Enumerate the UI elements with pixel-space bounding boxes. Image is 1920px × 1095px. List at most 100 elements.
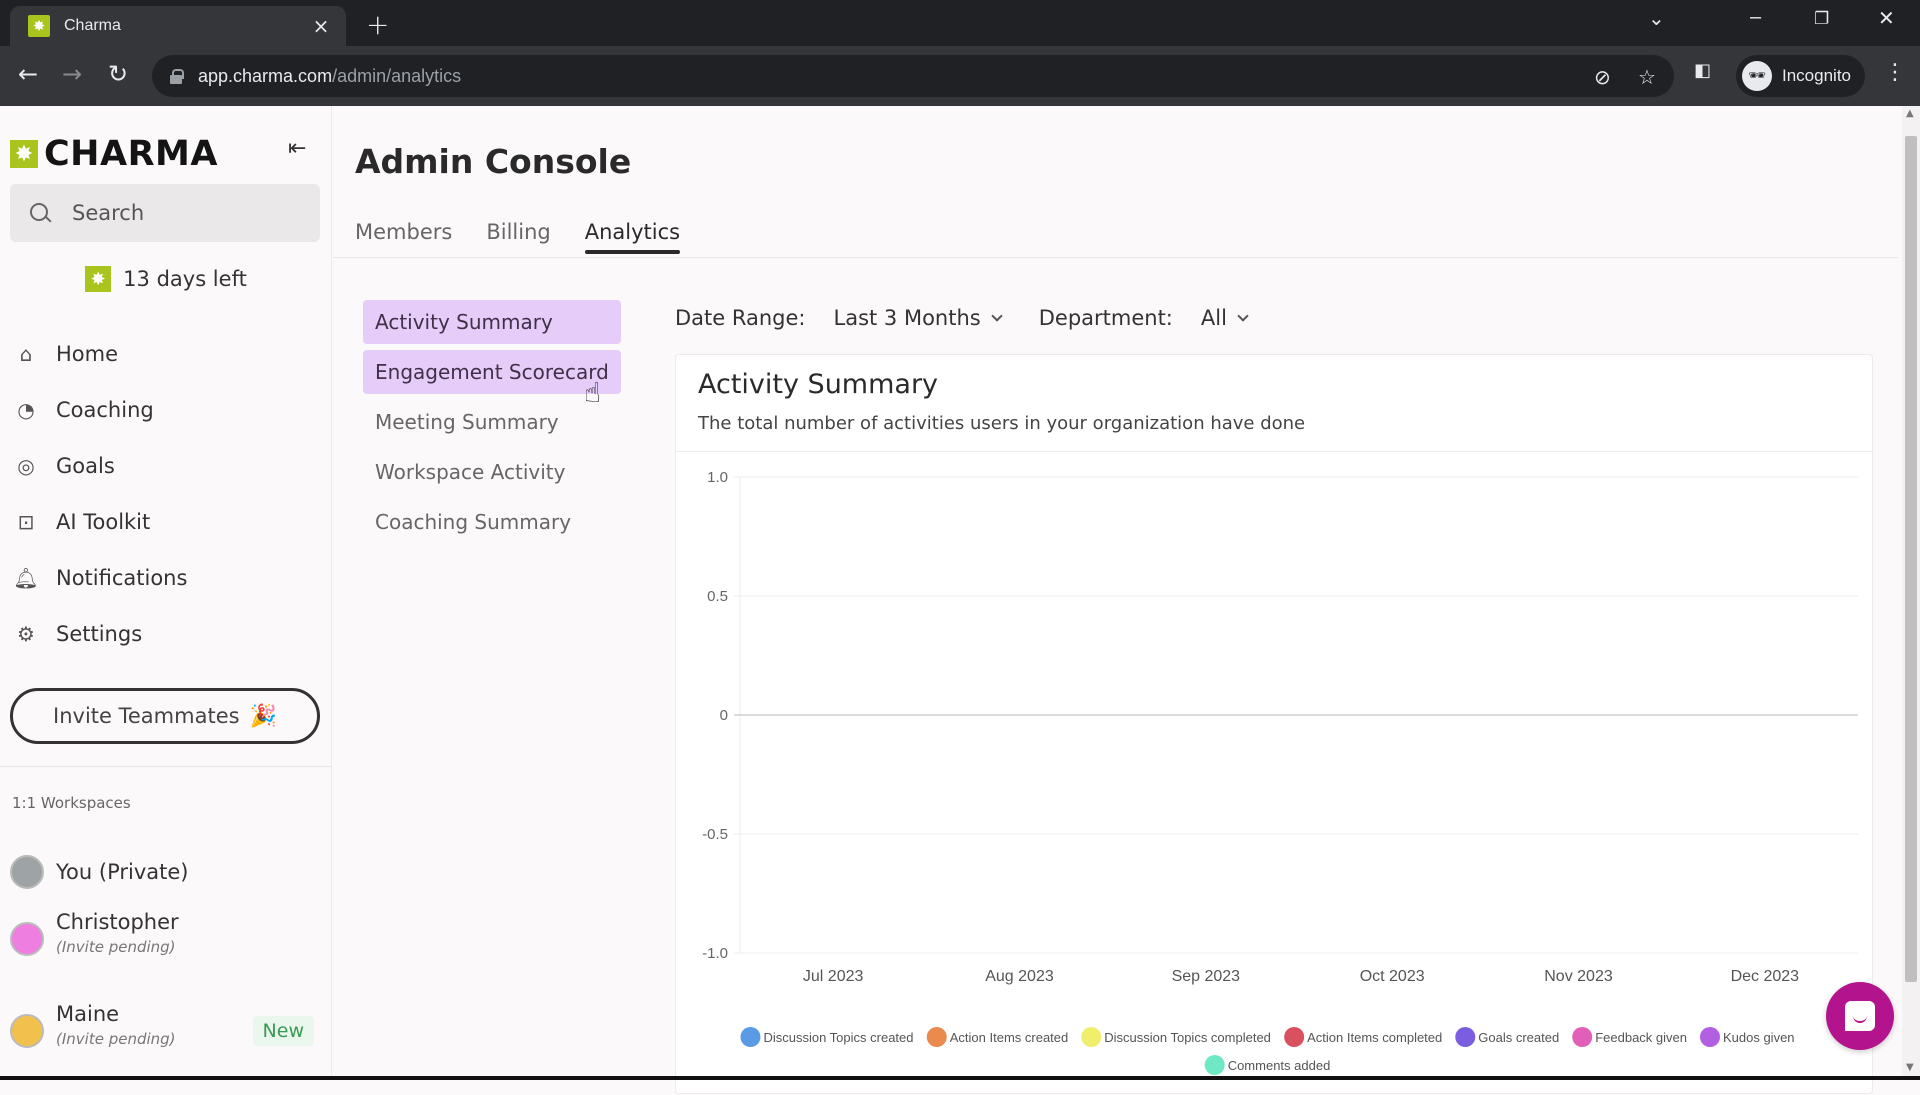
legend-label: Goals created <box>1478 1030 1559 1045</box>
tab-search-chevron-icon[interactable]: ⌄ <box>1648 6 1665 31</box>
legend-swatch <box>1284 1027 1305 1047</box>
y-tick-label: 0.5 <box>707 588 728 605</box>
sidebar-item-goals[interactable]: ◎ Goals <box>12 438 322 494</box>
restore-button[interactable]: ❐ <box>1814 9 1829 29</box>
subnav-meeting-summary[interactable]: Meeting Summary <box>363 400 621 444</box>
forward-button[interactable]: → <box>62 60 82 88</box>
sidebar-item-label: Settings <box>56 622 143 646</box>
address-bar[interactable]: app.charma.com/admin/analytics ⊘ ☆ <box>152 55 1674 97</box>
sidebar-item-home[interactable]: ⌂ Home <box>12 326 322 382</box>
chat-support-button[interactable] <box>1826 982 1894 1050</box>
tab-analytics[interactable]: Analytics <box>584 220 681 254</box>
browser-toolbar: ← → ↻ app.charma.com/admin/analytics ⊘ ☆… <box>0 46 1920 106</box>
invite-teammates-button[interactable]: Invite Teammates 🎉 <box>10 688 320 744</box>
collapse-sidebar-icon[interactable]: ⇤ <box>288 136 306 161</box>
sidebar-item-settings[interactable]: ⚙ Settings <box>12 606 322 662</box>
department-select[interactable]: All <box>1200 306 1249 330</box>
date-range-value: Last 3 Months <box>833 306 981 330</box>
x-tick-label: Sep 2023 <box>1172 968 1241 985</box>
page-title: Admin Console <box>355 142 632 181</box>
home-icon: ⌂ <box>19 342 33 366</box>
scrollbar-thumb[interactable] <box>1905 136 1917 982</box>
workspace-item-christopher[interactable]: Christopher (Invite pending) <box>10 910 322 1002</box>
subnav-workspace-activity[interactable]: Workspace Activity <box>363 450 621 494</box>
subnav-activity-summary[interactable]: Activity Summary <box>363 300 621 344</box>
incognito-icon: 🕶 <box>1742 61 1772 91</box>
bookmark-star-icon[interactable]: ☆ <box>1638 65 1656 89</box>
legend-swatch <box>1572 1027 1593 1047</box>
new-badge: New <box>252 1016 314 1046</box>
eye-off-icon[interactable]: ⊘ <box>1594 65 1611 89</box>
scroll-up-arrow-icon[interactable]: ▲ <box>1906 108 1914 119</box>
y-tick-label: -1.0 <box>702 945 728 962</box>
browser-tab[interactable]: ✸ Charma × <box>10 6 346 46</box>
date-range-select[interactable]: Last 3 Months <box>833 306 1003 330</box>
card-description: The total number of activities users in … <box>698 413 1306 434</box>
browser-tab-strip: ✸ Charma × + ⌄ – ❐ ✕ <box>0 0 1920 46</box>
workspace-status: (Invite pending) <box>56 938 176 956</box>
legend-label: Action Items created <box>950 1030 1069 1045</box>
gear-icon: ⚙ <box>17 622 35 646</box>
invite-label: Invite Teammates <box>53 704 240 728</box>
browser-menu-icon[interactable]: ⋮ <box>1884 60 1906 85</box>
workspaces-heading: 1:1 Workspaces <box>12 794 131 812</box>
incognito-profile-button[interactable]: 🕶 Incognito <box>1736 55 1865 97</box>
trial-status: ✸ 13 days left <box>0 266 332 292</box>
page-scrollbar[interactable]: ▲ ▼ <box>1902 106 1920 1080</box>
workspace-name: Maine <box>56 1002 120 1026</box>
legend-label: Feedback given <box>1595 1030 1687 1045</box>
workspace-status: (Invite pending) <box>56 1030 176 1048</box>
sidebar-item-label: Goals <box>56 454 115 478</box>
charma-logo[interactable]: ✸ CHARMA <box>10 134 218 174</box>
charma-favicon-icon: ✸ <box>28 15 50 37</box>
minimize-button[interactable]: – <box>1750 6 1761 29</box>
legend-label: Action Items completed <box>1307 1030 1442 1045</box>
workspace-item-maine[interactable]: Maine (Invite pending) New <box>10 1002 322 1094</box>
side-panel-icon[interactable]: ◧ <box>1694 60 1711 81</box>
department-value: All <box>1200 306 1227 330</box>
card-title: Activity Summary <box>698 369 939 400</box>
new-tab-button[interactable]: + <box>366 8 389 41</box>
back-button[interactable]: ← <box>18 60 38 88</box>
close-window-button[interactable]: ✕ <box>1878 6 1895 31</box>
sidebar-item-coaching[interactable]: ◔ Coaching <box>12 382 322 438</box>
workspace-list: You (Private) Christopher (Invite pendin… <box>10 834 322 1094</box>
sidebar-item-ai-toolkit[interactable]: ⊡ AI Toolkit <box>12 494 322 550</box>
reload-button[interactable]: ↻ <box>108 60 128 88</box>
search-icon <box>30 203 50 223</box>
bell-icon: 🔔︎ <box>13 566 39 590</box>
legend-swatch <box>1204 1055 1225 1075</box>
close-tab-icon[interactable]: × <box>310 14 332 38</box>
logo-mark-icon: ✸ <box>10 140 38 168</box>
sidebar: ✸ CHARMA ⇤ Search ✸ 13 days left ⌂ Home … <box>0 106 332 1080</box>
legend-swatch <box>926 1027 947 1047</box>
subnav-coaching-summary[interactable]: Coaching Summary <box>363 500 621 544</box>
trial-star-icon: ✸ <box>85 266 112 292</box>
chevron-down-icon <box>1237 310 1249 322</box>
card-divider <box>676 451 1872 452</box>
console-tabs: Members Billing Analytics <box>355 220 714 254</box>
tab-members[interactable]: Members <box>355 220 452 252</box>
search-input[interactable]: Search <box>10 184 320 242</box>
tab-billing[interactable]: Billing <box>486 220 550 252</box>
x-tick-label: Oct 2023 <box>1360 968 1425 985</box>
workspace-name: You (Private) <box>56 860 189 884</box>
legend-swatch <box>1455 1027 1476 1047</box>
url-path: /admin/analytics <box>332 65 462 86</box>
trial-days-left: 13 days left <box>123 267 247 291</box>
sidebar-nav: ⌂ Home ◔ Coaching ◎ Goals ⊡ AI Toolkit 🔔… <box>12 326 322 662</box>
department-label: Department: <box>1038 306 1173 330</box>
subnav-engagement-scorecard[interactable]: Engagement Scorecard <box>363 350 621 394</box>
robot-icon: ⊡ <box>17 510 35 534</box>
y-tick-label: 0 <box>720 707 728 724</box>
sidebar-item-notifications[interactable]: 🔔︎ Notifications <box>12 550 322 606</box>
target-icon: ◎ <box>17 454 35 478</box>
workspace-item-you[interactable]: You (Private) <box>10 834 322 910</box>
legend-label: Comments added <box>1228 1058 1331 1073</box>
x-tick-label: Jul 2023 <box>803 968 864 985</box>
search-placeholder: Search <box>72 201 145 225</box>
party-popper-icon: 🎉 <box>249 703 277 729</box>
activity-line-chart: 1.0 0.5 0 -0.5 -1.0 Jul 2023 Aug 2023 Sep 2023 O… <box>702 469 1858 1075</box>
scroll-down-arrow-icon[interactable]: ▼ <box>1906 1062 1914 1073</box>
screen-bottom-edge <box>0 1076 1920 1080</box>
